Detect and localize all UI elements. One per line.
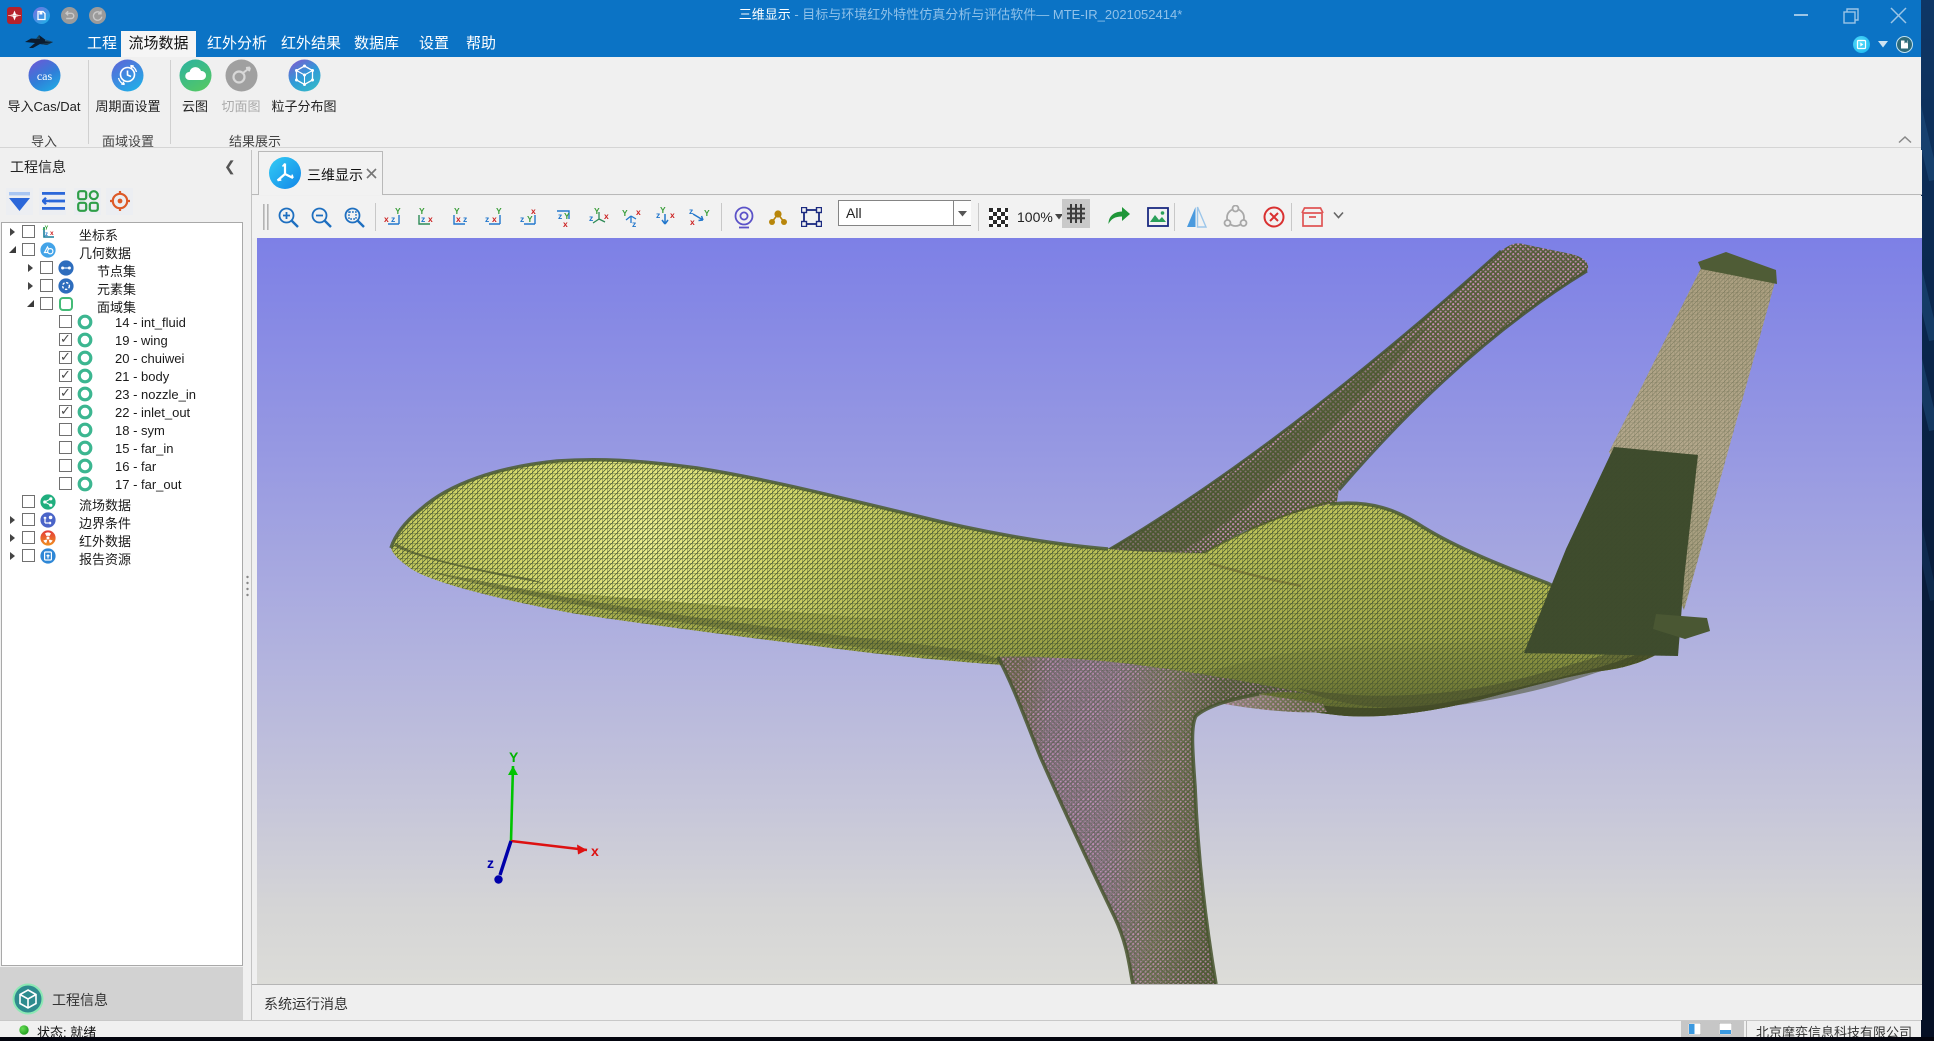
svg-text:z: z <box>463 214 467 224</box>
svg-text:Y: Y <box>660 206 666 215</box>
svg-text:Y: Y <box>395 206 401 216</box>
svg-text:x: x <box>563 219 568 228</box>
svg-text:x: x <box>670 210 675 220</box>
svg-text:x: x <box>531 206 536 216</box>
svg-text:z: z <box>487 855 494 871</box>
svg-text:Y: Y <box>509 749 519 765</box>
svg-text:x: x <box>50 230 54 237</box>
svg-text:Y: Y <box>622 208 628 218</box>
svg-text:Y: Y <box>704 208 710 218</box>
svg-text:x: x <box>636 207 641 217</box>
svg-text:Y: Y <box>594 206 600 216</box>
svg-text:cas: cas <box>37 69 53 83</box>
svg-text:Y: Y <box>419 206 425 216</box>
svg-text:z: z <box>689 206 693 216</box>
svg-text:Y: Y <box>454 206 460 216</box>
svg-text:x: x <box>690 217 695 227</box>
svg-text:x: x <box>604 211 609 221</box>
svg-text:z: z <box>45 232 48 238</box>
svg-text:z: z <box>520 214 524 224</box>
svg-text:x: x <box>428 214 433 224</box>
svg-text:z: z <box>632 219 636 228</box>
svg-text:z: z <box>558 211 562 221</box>
svg-text:x: x <box>591 843 599 859</box>
svg-text:z: z <box>589 213 593 223</box>
svg-text:Y: Y <box>45 226 49 232</box>
svg-text:Y: Y <box>496 206 502 216</box>
svg-text:z: z <box>485 214 489 224</box>
svg-text:x: x <box>384 214 389 224</box>
